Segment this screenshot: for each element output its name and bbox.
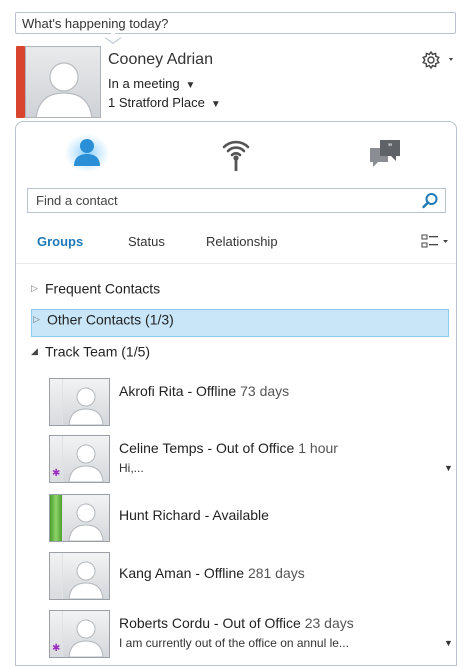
list-view-icon[interactable] <box>421 232 451 252</box>
contacts-tab[interactable] <box>57 128 117 178</box>
chevron-down-icon[interactable]: ▼ <box>444 638 453 648</box>
avatar[interactable] <box>25 46 101 118</box>
group-track-team[interactable]: ◢ Track Team (1/5) <box>31 342 150 370</box>
expand-triangle-icon: ▷ <box>33 313 40 324</box>
contact-row[interactable]: ✱ Celine Temps - Out of Office 1 hour Hi… <box>49 435 453 485</box>
contact-photo <box>63 553 109 599</box>
divider <box>16 263 456 264</box>
svg-text:”: ” <box>388 141 392 155</box>
location-dropdown[interactable]: 1 Stratford Place ▼ <box>108 95 221 110</box>
tab-status[interactable]: Status <box>128 234 165 249</box>
search-icon[interactable] <box>421 192 439 210</box>
person-placeholder-icon <box>68 503 104 541</box>
tab-relationship[interactable]: Relationship <box>206 234 278 249</box>
grouping-tabs: Groups Status Relationship <box>16 232 456 254</box>
chevron-down-icon <box>443 240 448 243</box>
conversations-tab[interactable]: ” <box>354 128 414 178</box>
contact-row[interactable]: Kang Aman - Offline 281 days <box>49 552 449 602</box>
contact-photo <box>63 379 109 425</box>
contact-avatar <box>49 494 110 542</box>
gear-icon[interactable] <box>421 50 457 70</box>
location-label: 1 Stratford Place <box>108 95 205 110</box>
view-switcher: ” <box>16 122 456 184</box>
contact-name: Hunt Richard - Available <box>119 507 269 523</box>
out-of-office-icon: ✱ <box>52 468 61 479</box>
collapse-triangle-icon: ◢ <box>31 345 38 356</box>
group-other-contacts[interactable]: ▷ Other Contacts (1/3) <box>31 309 449 337</box>
expand-triangle-icon: ▷ <box>31 282 38 293</box>
person-placeholder-icon <box>68 619 104 657</box>
chevron-down-icon[interactable]: ▼ <box>444 463 453 473</box>
status-dropdown[interactable]: In a meeting ▼ <box>108 76 195 91</box>
contact-avatar: ✱ <box>49 610 110 658</box>
person-placeholder-icon <box>68 387 104 425</box>
contact-note: Hi,... <box>119 461 144 475</box>
contact-name: Akrofi Rita - Offline 73 days <box>119 383 290 399</box>
contact-name: Kang Aman - Offline 281 days <box>119 565 305 581</box>
chevron-down-icon <box>449 58 453 61</box>
search-box <box>27 188 446 213</box>
chat-bubbles-icon: ” <box>370 140 400 167</box>
contact-photo <box>63 436 109 482</box>
chevron-down-icon: ▼ <box>210 99 221 110</box>
contact-row[interactable]: ✱ Roberts Cordu - Out of Office 23 days … <box>49 610 453 660</box>
contact-row[interactable]: Akrofi Rita - Offline 73 days <box>49 378 449 428</box>
search-input[interactable] <box>28 189 418 212</box>
person-placeholder-icon <box>35 62 93 117</box>
status-label: In a meeting <box>108 76 180 91</box>
contact-avatar: ✱ <box>49 435 110 483</box>
presence-bar <box>50 495 62 541</box>
contact-avatar <box>49 552 110 600</box>
presence-bar <box>50 379 62 425</box>
chevron-down-icon: ▼ <box>185 80 196 91</box>
contact-note: I am currently out of the office on annu… <box>119 636 349 650</box>
contact-row[interactable]: Hunt Richard - Available <box>49 494 449 544</box>
presence-feed-tab[interactable] <box>206 128 266 178</box>
contacts-panel: ” Groups Status Relationship ▷Frequent C… <box>15 121 457 666</box>
wireless-icon <box>222 140 250 171</box>
contact-photo <box>63 495 109 541</box>
contact-name: Roberts Cordu - Out of Office 23 days <box>119 615 354 631</box>
personal-area: Cooney Adrian In a meeting ▼ 1 Stratford … <box>0 0 465 122</box>
tab-groups[interactable]: Groups <box>37 234 83 249</box>
contacts-icon <box>74 139 100 166</box>
contact-photo <box>63 611 109 657</box>
contact-name: Celine Temps - Out of Office 1 hour <box>119 440 338 456</box>
presence-indicator <box>16 46 25 118</box>
group-frequent-contacts[interactable]: ▷ Frequent Contacts <box>31 279 160 307</box>
presence-bar <box>50 553 62 599</box>
contact-avatar <box>49 378 110 426</box>
person-placeholder-icon <box>68 561 104 599</box>
person-placeholder-icon <box>68 444 104 482</box>
out-of-office-icon: ✱ <box>52 643 61 654</box>
status-message-input[interactable] <box>15 12 456 34</box>
user-name: Cooney Adrian <box>108 51 213 68</box>
